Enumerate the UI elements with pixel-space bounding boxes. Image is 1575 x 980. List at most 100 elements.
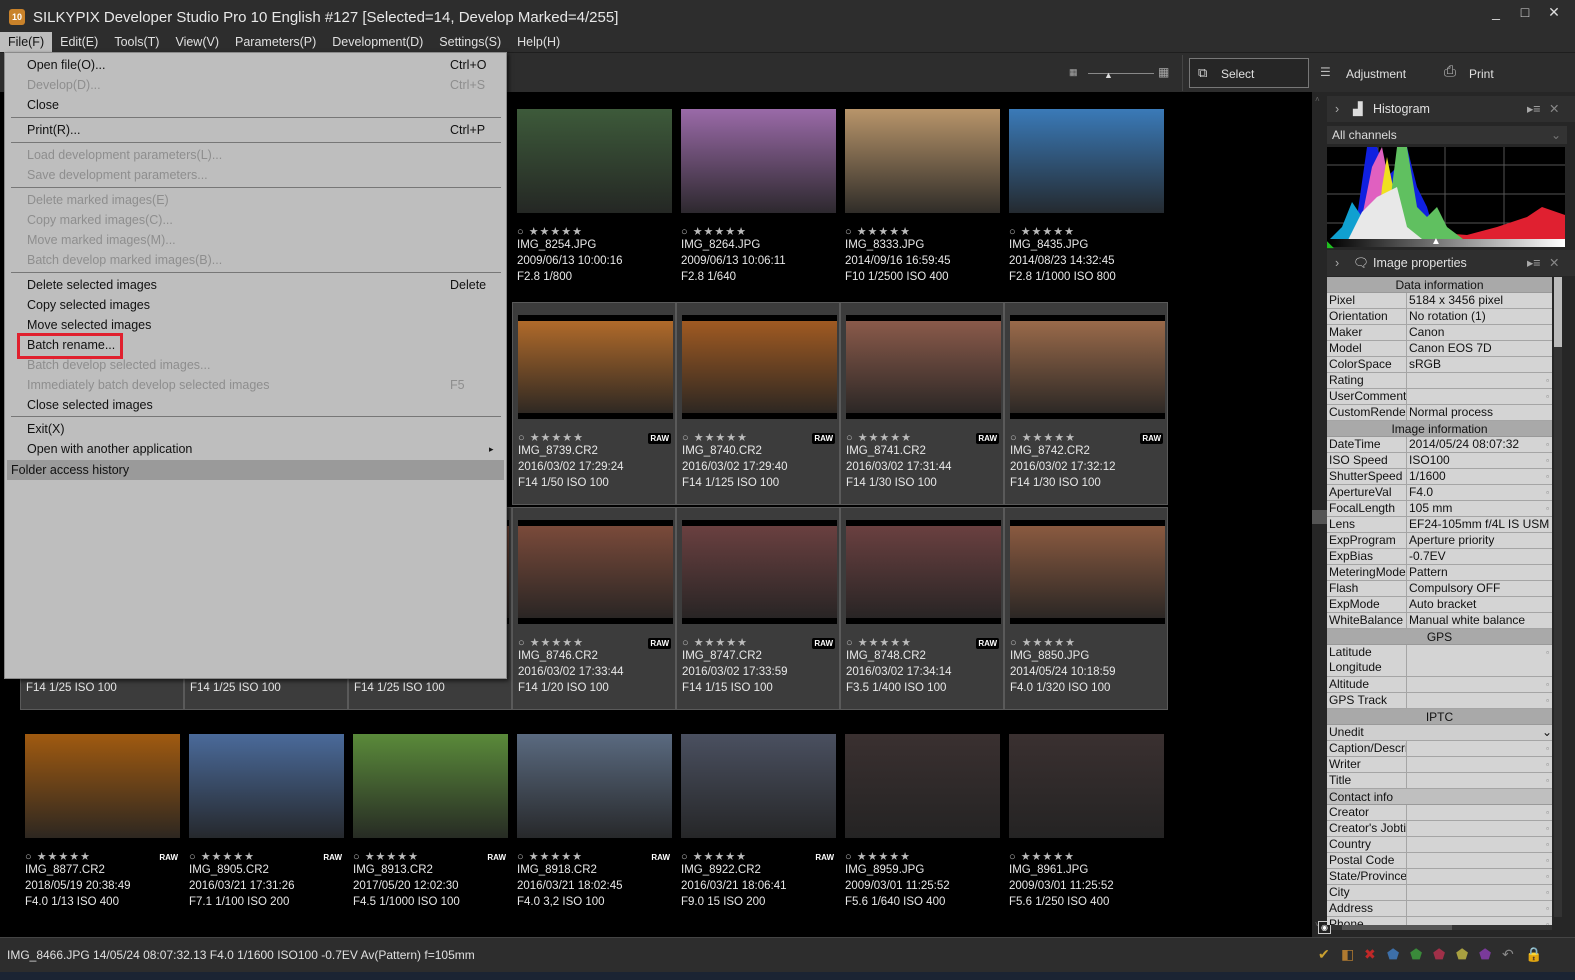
close-button[interactable]: ✕ xyxy=(1539,4,1569,21)
edit-indicator-icon[interactable]: ▫ xyxy=(1546,885,1549,900)
rating-stars[interactable]: ○ ★★★★★ xyxy=(1010,636,1076,649)
menu-item-close[interactable]: Close xyxy=(5,95,506,115)
edit-indicator-icon[interactable]: ▫ xyxy=(1546,693,1549,708)
property-value[interactable]: ▫ xyxy=(1407,677,1552,692)
grid-scrollbar-thumb[interactable] xyxy=(1312,510,1327,524)
adjustment-mode-button[interactable]: ☰ Adjustment xyxy=(1320,58,1430,88)
select-mode-button[interactable]: ⧉ Select xyxy=(1189,58,1309,88)
property-value[interactable]: ▫ xyxy=(1407,757,1552,772)
menu-item-delete-selected-images[interactable]: Delete selected images Delete xyxy=(5,275,506,295)
edit-indicator-icon[interactable]: ▫ xyxy=(1546,501,1549,516)
property-value[interactable]: ▫ xyxy=(1407,805,1552,820)
print-mode-button[interactable]: ⎙ Print xyxy=(1444,58,1524,88)
edit-indicator-icon[interactable]: ▫ xyxy=(1546,453,1549,468)
property-row[interactable]: Caption/Descri ▫ xyxy=(1327,741,1552,757)
thumbnail-image[interactable] xyxy=(517,109,672,213)
rating-stars[interactable]: ○ ★★★★★ xyxy=(517,225,583,238)
rating-stars[interactable]: ○ ★★★★★ xyxy=(25,850,91,863)
thumbnail-cell[interactable]: ○ ★★★★★ RAW IMG_8748.CR2 2016/03/02 17:34:1… xyxy=(840,507,1004,710)
edit-indicator-icon[interactable]: ▫ xyxy=(1546,645,1549,660)
rating-stars[interactable]: ○ ★★★★★ xyxy=(1009,225,1075,238)
property-row[interactable]: GPS Track ▫ xyxy=(1327,693,1552,709)
property-value[interactable]: ▫ xyxy=(1407,645,1552,676)
thumbnail-cell[interactable]: ○ ★★★★★ IMG_8850.JPG 2014/05/24 10:18:59 F4… xyxy=(1004,507,1168,710)
red-tag-icon[interactable]: ⬟ xyxy=(1433,946,1445,963)
rating-stars[interactable]: ○ ★★★★★ xyxy=(518,431,584,444)
lock-icon[interactable]: 🔒 xyxy=(1525,946,1542,963)
thumbnail-image[interactable] xyxy=(846,520,1001,624)
thumbnail-cell[interactable]: ○ ★★★★★ RAW IMG_8742.CR2 2016/03/02 17:32:1… xyxy=(1004,302,1168,505)
panel-menu-icon[interactable]: ▸≡ xyxy=(1527,250,1541,276)
edit-indicator-icon[interactable]: ▫ xyxy=(1546,485,1549,500)
thumbnail-image[interactable] xyxy=(1010,520,1165,624)
property-row[interactable]: Postal Code ▫ xyxy=(1327,853,1552,869)
thumbnail-cell[interactable]: ○ ★★★★★ RAW IMG_8741.CR2 2016/03/02 17:31:4… xyxy=(840,302,1004,505)
thumbnail-cell[interactable]: ○ ★★★★★ RAW IMG_8905.CR2 2016/03/21 17:31:2… xyxy=(184,722,348,925)
edit-indicator-icon[interactable]: ▫ xyxy=(1546,805,1549,820)
property-value[interactable]: ▫ xyxy=(1407,901,1552,916)
thumbnail-image[interactable] xyxy=(353,734,508,838)
property-value[interactable]: ▫ xyxy=(1407,693,1552,708)
thumbnail-image[interactable] xyxy=(25,734,180,838)
thumbnail-cell[interactable]: ○ ★★★★★ IMG_8333.JPG 2014/09/16 16:59:45 F1… xyxy=(840,97,1004,300)
property-value[interactable]: ▫ xyxy=(1407,389,1552,404)
menu-view[interactable]: View(V) xyxy=(167,32,227,52)
small-thumb-icon[interactable]: ▦ xyxy=(1069,67,1078,78)
maximize-button[interactable]: □ xyxy=(1510,4,1540,20)
edit-indicator-icon[interactable]: ▫ xyxy=(1546,821,1549,836)
rating-stars[interactable]: ○ ★★★★★ xyxy=(846,636,912,649)
thumbnail-image[interactable] xyxy=(1010,315,1165,419)
property-row[interactable]: Creator ▫ xyxy=(1327,805,1552,821)
thumbnail-cell[interactable]: ○ ★★★★★ RAW IMG_8918.CR2 2016/03/21 18:02:4… xyxy=(512,722,676,925)
ok-mark-icon[interactable]: ✔ xyxy=(1318,946,1330,963)
thumb-size-slider[interactable] xyxy=(1088,73,1154,74)
property-row[interactable]: Lens EF24-105mm f/4L IS USM ▫ xyxy=(1327,517,1552,533)
property-row[interactable]: Latitude Longitude ▫ xyxy=(1327,645,1552,677)
grid-scrollbar[interactable]: ˄ ˅ xyxy=(1312,92,1327,937)
edit-indicator-icon[interactable]: ▫ xyxy=(1546,901,1549,916)
rating-stars[interactable]: ○ ★★★★★ xyxy=(846,431,912,444)
thumbnail-image[interactable] xyxy=(681,109,836,213)
panel-menu-icon[interactable]: ▸≡ xyxy=(1527,96,1541,122)
edit-indicator-icon[interactable]: ▫ xyxy=(1546,469,1549,484)
menu-item-copy-selected-images[interactable]: Copy selected images xyxy=(5,295,506,315)
rating-stars[interactable]: ○ ★★★★★ xyxy=(681,225,747,238)
menu-item-print-r[interactable]: Print(R)... Ctrl+P xyxy=(5,120,506,140)
purple-tag-icon[interactable]: ⬟ xyxy=(1479,946,1491,963)
thumbnail-cell[interactable]: ○ ★★★★★ RAW IMG_8913.CR2 2017/05/20 12:02:3… xyxy=(348,722,512,925)
rating-stars[interactable]: ○ ★★★★★ xyxy=(845,225,911,238)
property-value[interactable]: ▫ xyxy=(1407,773,1552,788)
edit-indicator-icon[interactable]: ▫ xyxy=(1546,517,1549,532)
scroll-up-icon[interactable]: ˄ xyxy=(1315,95,1320,104)
panel-close-icon[interactable]: ✕ xyxy=(1549,250,1559,276)
property-row[interactable]: Altitude ▫ xyxy=(1327,677,1552,693)
thumbnail-cell[interactable]: ○ ★★★★★ IMG_8435.JPG 2014/08/23 14:32:45 F2… xyxy=(1004,97,1168,300)
property-row[interactable]: ISO Speed ISO100 ▫ xyxy=(1327,453,1552,469)
menu-item-close-selected-images[interactable]: Close selected images xyxy=(5,395,506,415)
property-row[interactable]: ShutterSpeed 1/1600 ▫ xyxy=(1327,469,1552,485)
properties-scrollbar-thumb[interactable] xyxy=(1554,277,1562,347)
menu-item-exit-x[interactable]: Exit(X) xyxy=(5,419,506,439)
thumbnail-image[interactable] xyxy=(846,315,1001,419)
property-value[interactable]: 2014/05/24 08:07:32 ▫ xyxy=(1407,437,1552,452)
rating-stars[interactable]: ○ ★★★★★ xyxy=(682,431,748,444)
thumbnail-image[interactable] xyxy=(189,734,344,838)
rating-stars[interactable]: ○ ★★★★★ xyxy=(1009,850,1075,863)
thumbnail-cell[interactable]: ○ ★★★★★ IMG_8264.JPG 2009/06/13 10:06:11 F2… xyxy=(676,97,840,300)
property-row[interactable]: Title ▫ xyxy=(1327,773,1552,789)
menu-item-open-with-another-application[interactable]: Open with another application ▸ xyxy=(5,439,506,459)
thumbnail-image[interactable] xyxy=(1009,109,1164,213)
rating-stars[interactable]: ○ ★★★★★ xyxy=(682,636,748,649)
menu-item-move-selected-images[interactable]: Move selected images xyxy=(5,315,506,335)
menu-settings[interactable]: Settings(S) xyxy=(431,32,509,52)
thumbnail-cell[interactable]: ○ ★★★★★ RAW IMG_8877.CR2 2018/05/19 20:38:4… xyxy=(20,722,184,925)
thumbnail-image[interactable] xyxy=(682,520,837,624)
property-value[interactable]: ▫ xyxy=(1407,917,1552,925)
property-row[interactable]: UserComment ▫ xyxy=(1327,389,1552,405)
menu-parameters[interactable]: Parameters(P) xyxy=(227,32,324,52)
histogram-header[interactable]: › ▟ Histogram ▸≡ ✕ xyxy=(1327,96,1575,122)
menu-file[interactable]: File(F) xyxy=(0,32,53,52)
thumbnail-cell[interactable]: ○ ★★★★★ IMG_8961.JPG 2009/03/01 11:25:52 F5… xyxy=(1004,722,1168,925)
property-value[interactable]: ▫ xyxy=(1407,837,1552,852)
large-thumb-icon[interactable]: ▦ xyxy=(1158,65,1169,79)
